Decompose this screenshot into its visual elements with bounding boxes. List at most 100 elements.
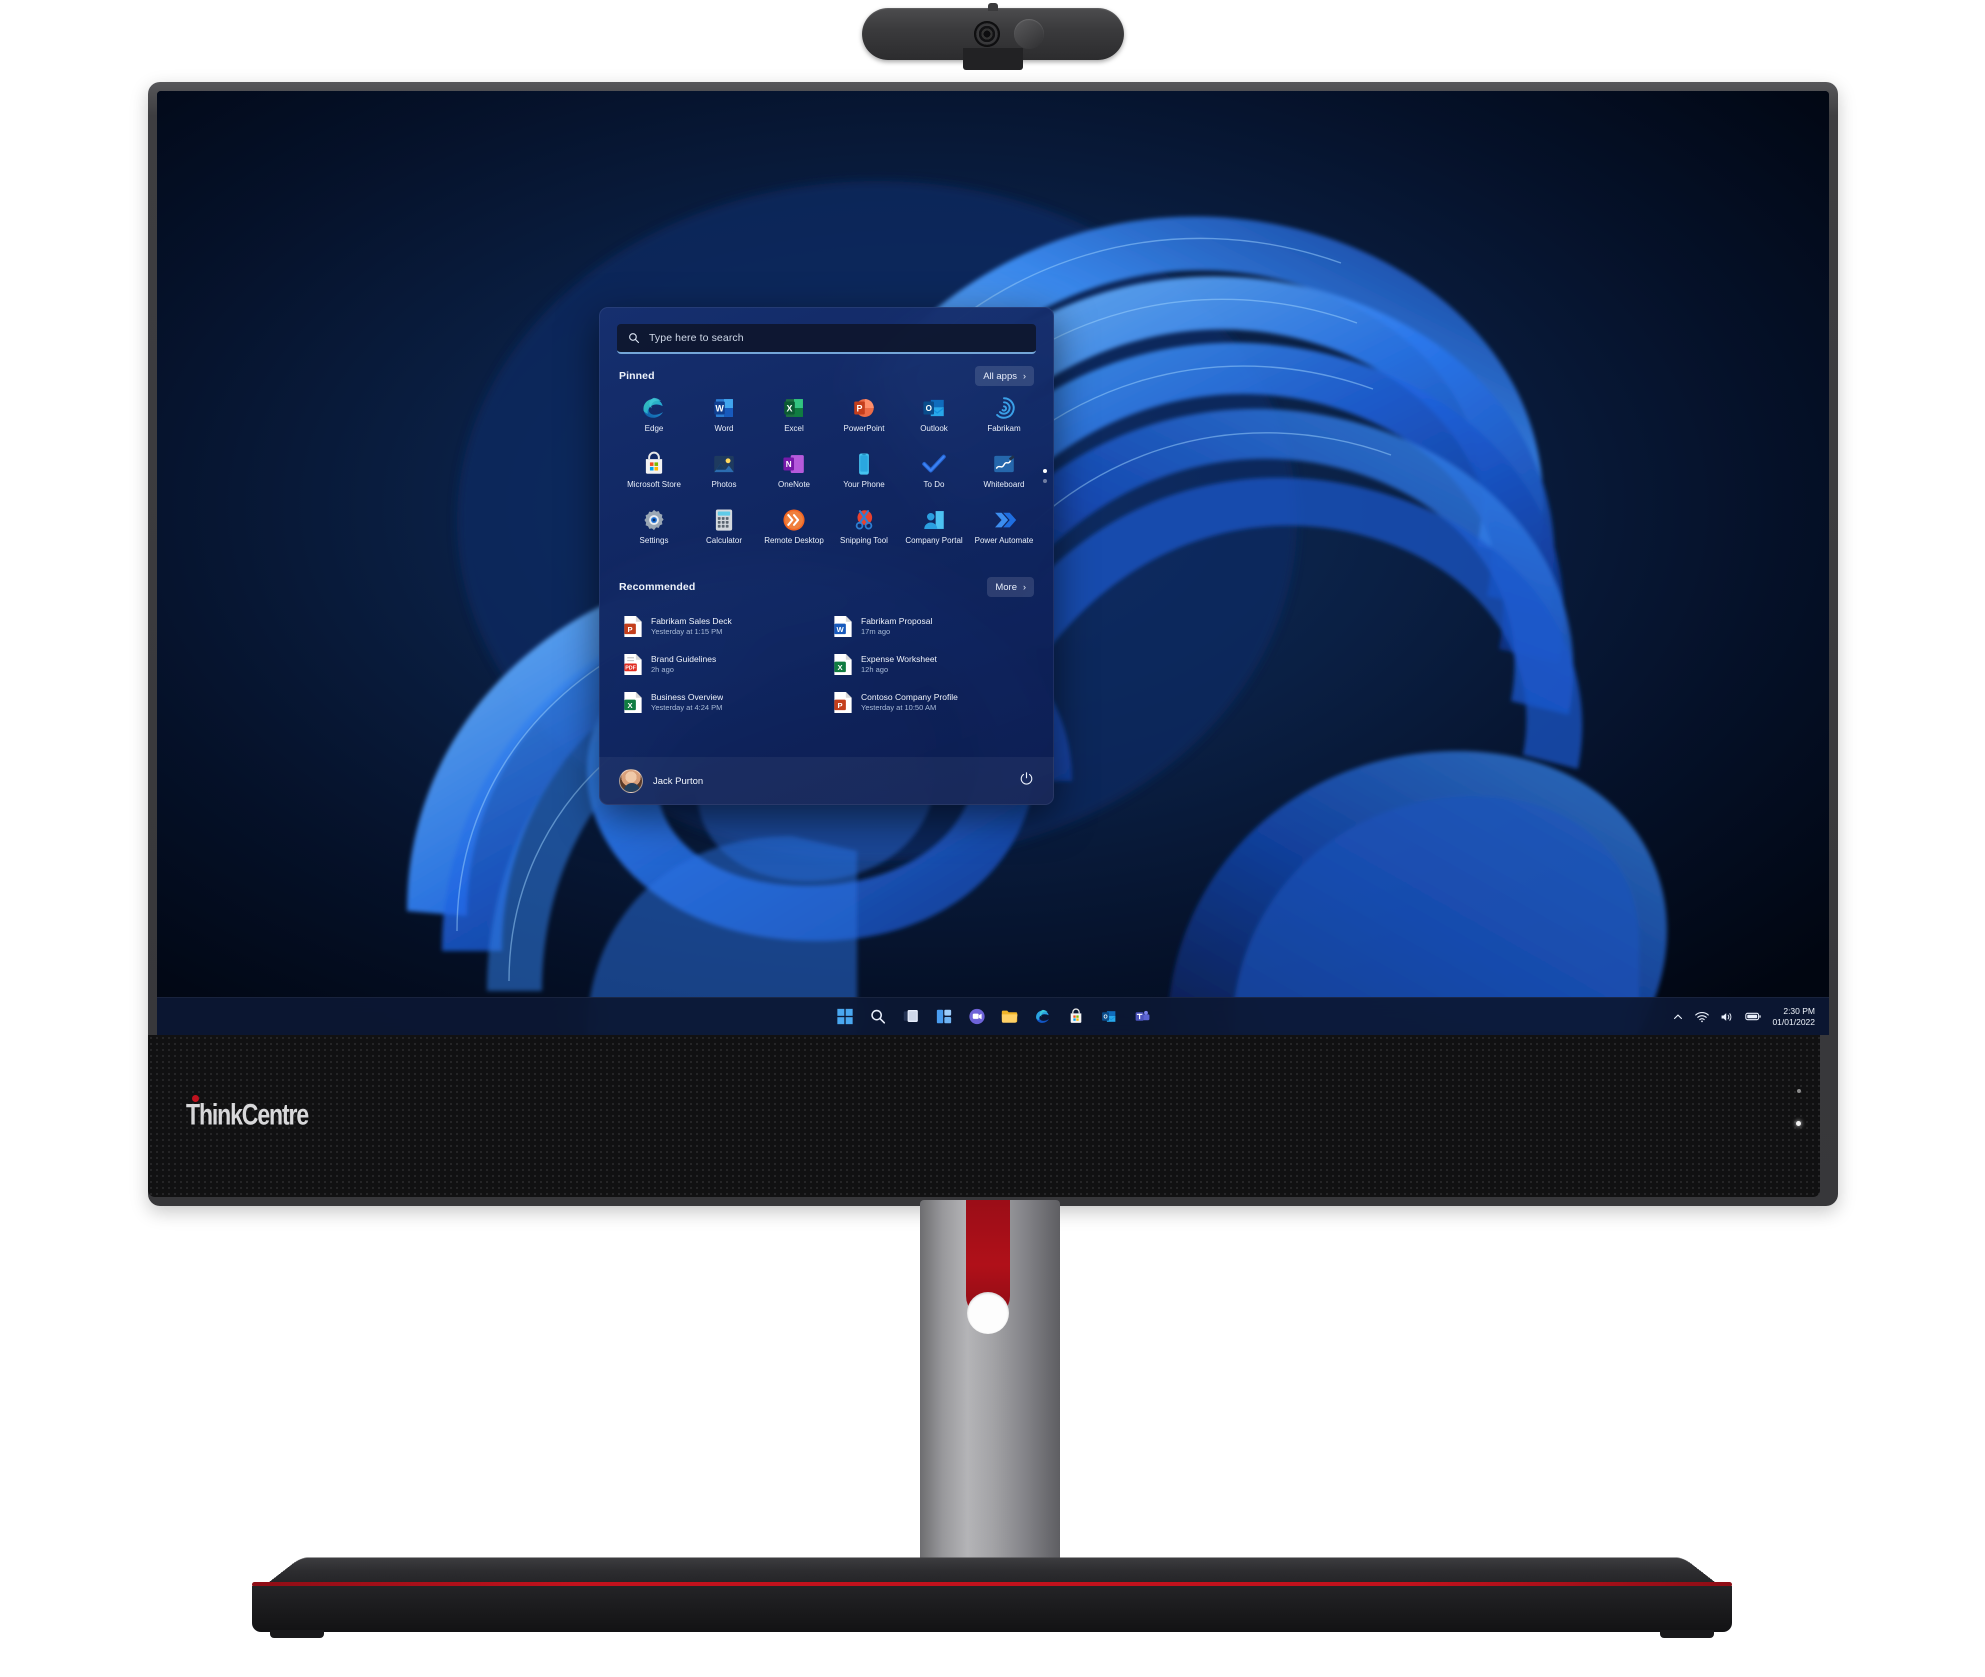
task-view-button[interactable] [900, 1006, 922, 1028]
monitor-stand-neck [917, 1200, 1063, 1568]
file-explorer-button[interactable] [999, 1006, 1021, 1028]
fabrikam-icon [991, 395, 1017, 421]
webcam-hinge [988, 3, 998, 11]
pinned-app-your-phone[interactable]: Your Phone [829, 451, 899, 507]
file-explorer-icon [1001, 1010, 1018, 1023]
pinned-app-to-do[interactable]: To Do [899, 451, 969, 507]
camera-lens-icon [974, 21, 1000, 47]
cable-management-hole [967, 1292, 1009, 1334]
svg-text:PDF: PDF [625, 665, 636, 671]
chat-button[interactable] [966, 1006, 988, 1028]
pinned-app-label: Power Automate [974, 536, 1034, 545]
product-photo-thinkcentre-aio: Type here to search Pinned All apps › Ed… [0, 0, 1985, 1677]
start-search-wrapper[interactable]: Type here to search [617, 324, 1036, 354]
system-tray[interactable]: 2:30 PM 01/01/2022 [1672, 1006, 1815, 1027]
base-front-face [252, 1586, 1732, 1638]
user-avatar[interactable] [619, 769, 643, 793]
battery-icon[interactable] [1745, 1011, 1762, 1022]
more-label: More [995, 581, 1017, 593]
recommended-list[interactable]: P Fabrikam Sales Deck Yesterday at 1:15 … [619, 607, 1039, 721]
wifi-icon[interactable] [1695, 1011, 1710, 1023]
store-button[interactable] [1065, 1006, 1087, 1028]
pinned-app-remote-desktop[interactable]: Remote Desktop [759, 507, 829, 563]
recommended-item-time: Yesterday at 1:15 PM [651, 627, 723, 636]
speaker-bar: ThinkCentre [148, 1035, 1820, 1197]
pinned-app-label: Your Phone [843, 480, 885, 489]
settings-icon [641, 507, 667, 533]
recommended-item-time: Yesterday at 10:50 AM [861, 703, 937, 712]
recommended-item-time: 2h ago [651, 665, 674, 674]
svg-text:P: P [838, 700, 843, 709]
pinned-app-edge[interactable]: Edge [619, 395, 689, 451]
power-icon [1020, 772, 1033, 785]
svg-text:W: W [837, 624, 845, 633]
chevron-right-icon: › [1023, 582, 1026, 592]
widgets-icon [936, 1009, 951, 1024]
pinned-app-whiteboard[interactable]: Whiteboard [969, 451, 1039, 507]
pagination-dot-active[interactable] [1043, 469, 1047, 473]
pinned-apps-grid[interactable]: Edge W Word X Excel P PowerPoint O Outlo… [619, 395, 1039, 563]
taskbar-app-group[interactable]: O [834, 1006, 1153, 1028]
recommended-item[interactable]: W Fabrikam Proposal 17m ago [829, 607, 1039, 645]
pinned-app-word[interactable]: W Word [689, 395, 759, 451]
whiteboard-icon [991, 451, 1017, 477]
powerpoint-file-icon: P [833, 691, 853, 714]
pinned-app-excel[interactable]: X Excel [759, 395, 829, 451]
edge-button[interactable] [1032, 1006, 1054, 1028]
pinned-app-label: Calculator [705, 536, 742, 545]
teams-button[interactable] [1131, 1006, 1153, 1028]
pinned-app-snipping-tool[interactable]: Snipping Tool [829, 507, 899, 563]
svg-text:X: X [838, 662, 844, 671]
speaker-icon[interactable] [1720, 1011, 1734, 1023]
svg-text:O: O [926, 404, 932, 413]
svg-text:X: X [628, 700, 634, 709]
start-menu-panel[interactable]: Type here to search Pinned All apps › Ed… [599, 307, 1054, 805]
pinned-app-label: Excel [784, 424, 804, 433]
recommended-item[interactable]: X Business Overview Yesterday at 4:24 PM [619, 683, 829, 721]
recommended-item[interactable]: P Fabrikam Sales Deck Yesterday at 1:15 … [619, 607, 829, 645]
taskbar[interactable]: O 2:30 PM 01/01/2022 [157, 997, 1829, 1035]
chevron-right-icon: › [1023, 371, 1026, 381]
widgets-button[interactable] [933, 1006, 955, 1028]
clock[interactable]: 2:30 PM 01/01/2022 [1772, 1006, 1815, 1027]
pinned-app-photos[interactable]: Photos [689, 451, 759, 507]
privacy-shutter-cover-icon[interactable] [1014, 19, 1044, 49]
brand-logo-dot [192, 1095, 199, 1102]
pinned-app-power-automate[interactable]: Power Automate [969, 507, 1039, 563]
pagination-dot[interactable] [1043, 479, 1047, 483]
pinned-pagination[interactable] [1043, 469, 1047, 483]
start-button[interactable] [834, 1006, 856, 1028]
pinned-app-company-portal[interactable]: Company Portal [899, 507, 969, 563]
remote-desktop-icon [781, 507, 807, 533]
pinned-app-fabrikam[interactable]: Fabrikam [969, 395, 1039, 451]
webcam-mount [962, 48, 1023, 70]
power-button[interactable] [1019, 771, 1034, 791]
outlook-button[interactable]: O [1098, 1006, 1120, 1028]
recommended-item[interactable]: PDF Brand Guidelines 2h ago [619, 645, 829, 683]
outlook-icon: O [1101, 1011, 1115, 1022]
pinned-app-calculator[interactable]: Calculator [689, 507, 759, 563]
clock-time: 2:30 PM [1783, 1006, 1815, 1017]
all-apps-button[interactable]: All apps › [975, 366, 1034, 386]
search-icon [629, 333, 640, 344]
excel-icon: X [781, 395, 807, 421]
pinned-app-label: Whiteboard [983, 480, 1025, 489]
pinned-app-label: Outlook [920, 424, 948, 433]
pinned-app-onenote[interactable]: N OneNote [759, 451, 829, 507]
pinned-app-outlook[interactable]: O Outlook [899, 395, 969, 451]
search-placeholder-text: Type here to search [649, 332, 744, 344]
brand-logo: ThinkCentre [186, 1098, 309, 1132]
chevron-up-icon[interactable] [1672, 1011, 1684, 1023]
microsoft-store-icon [641, 451, 667, 477]
search-button[interactable] [867, 1006, 889, 1028]
snipping-tool-icon [851, 507, 877, 533]
pinned-app-microsoft-store[interactable]: Microsoft Store [619, 451, 689, 507]
pinned-app-settings[interactable]: Settings [619, 507, 689, 563]
pinned-app-label: Remote Desktop [764, 536, 824, 545]
search-input[interactable]: Type here to search [617, 324, 1036, 354]
recommended-item[interactable]: X Expense Worksheet 12h ago [829, 645, 1039, 683]
pinned-app-powerpoint[interactable]: P PowerPoint [829, 395, 899, 451]
more-button[interactable]: More › [987, 577, 1034, 597]
recommended-item[interactable]: P Contoso Company Profile Yesterday at 1… [829, 683, 1039, 721]
excel-file-icon: X [623, 691, 643, 714]
